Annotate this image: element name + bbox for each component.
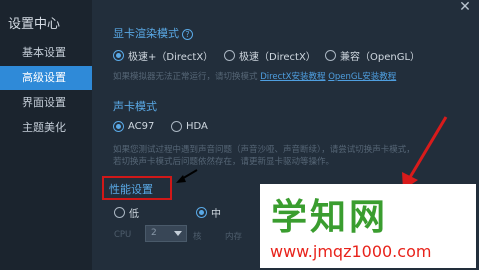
gpu-option-directx[interactable]: 极速（DirectX） <box>224 48 316 63</box>
performance-section-title: 性能设置 <box>109 183 153 196</box>
sidebar-item-theme[interactable]: 主题美化 <box>0 116 92 140</box>
help-icon[interactable]: ? <box>182 28 193 40</box>
watermark: 学知网 www.jmqz1000.com <box>260 184 476 268</box>
cpu-label: CPU <box>114 230 132 240</box>
radio-icon <box>224 50 235 61</box>
close-icon[interactable]: ✕ <box>457 0 473 16</box>
sidebar-title: 设置中心 <box>8 17 61 32</box>
radio-icon <box>325 50 336 61</box>
sound-hint-line1: 如果您测试过程中遇到声音问题（声音沙哑、声音断续），请尝试切换声卡模式， <box>113 145 415 155</box>
gpu-title-text: 显卡渲染模式 <box>113 27 179 40</box>
perf-option-low[interactable]: 低 <box>114 205 139 220</box>
sidebar-item-basic[interactable]: 基本设置 <box>0 41 92 65</box>
sidebar-item-interface[interactable]: 界面设置 <box>0 91 92 115</box>
radio-label: 低 <box>129 209 139 220</box>
radio-label: HDA <box>186 121 208 132</box>
radio-icon <box>114 207 125 218</box>
radio-label: 极速+（DirectX） <box>128 52 214 63</box>
sidebar: 设置中心 基本设置 高级设置 界面设置 主题美化 <box>0 0 92 270</box>
sound-section-title: 声卡模式 <box>113 100 157 113</box>
watermark-url: www.jmqz1000.com <box>270 242 432 261</box>
gpu-hint-text: 如果模拟器无法正常运行，请切换模式 <box>113 72 258 82</box>
radio-icon <box>113 121 124 132</box>
gpu-hint: 如果模拟器无法正常运行，请切换模式 DirectX安装教程 OpenGL安装教程 <box>113 70 396 82</box>
radio-label: 中 <box>211 209 221 220</box>
sound-option-ac97[interactable]: AC97 <box>113 121 154 132</box>
cpu-select-value: 2 <box>151 228 157 238</box>
sound-hint-line2: 若切换声卡模式后问题依然存在，请更新显卡驱动等操作。 <box>113 157 335 167</box>
gpu-section-title: 显卡渲染模式? <box>113 25 193 41</box>
gpu-option-opengl[interactable]: 兼容（OpenGL） <box>325 48 420 63</box>
cpu-select[interactable]: 2 <box>145 225 187 242</box>
sidebar-item-advanced[interactable]: 高级设置 <box>0 66 92 90</box>
cpu-unit: 核 <box>193 232 202 242</box>
radio-icon <box>171 121 182 132</box>
chevron-down-icon <box>174 231 182 236</box>
radio-label: 兼容（OpenGL） <box>340 52 421 63</box>
opengl-link[interactable]: OpenGL安装教程 <box>328 72 396 82</box>
radio-label: AC97 <box>128 121 155 132</box>
perf-option-medium[interactable]: 中 <box>196 205 221 220</box>
directx-link[interactable]: DirectX安装教程 <box>260 72 325 82</box>
radio-icon <box>196 207 207 218</box>
gpu-option-directx-plus[interactable]: 极速+（DirectX） <box>113 48 213 63</box>
radio-label: 极速（DirectX） <box>239 52 316 63</box>
memory-label: 内存 <box>225 232 243 242</box>
radio-icon <box>113 50 124 61</box>
watermark-text: 学知网 <box>271 197 389 238</box>
sound-option-hda[interactable]: HDA <box>171 121 208 132</box>
